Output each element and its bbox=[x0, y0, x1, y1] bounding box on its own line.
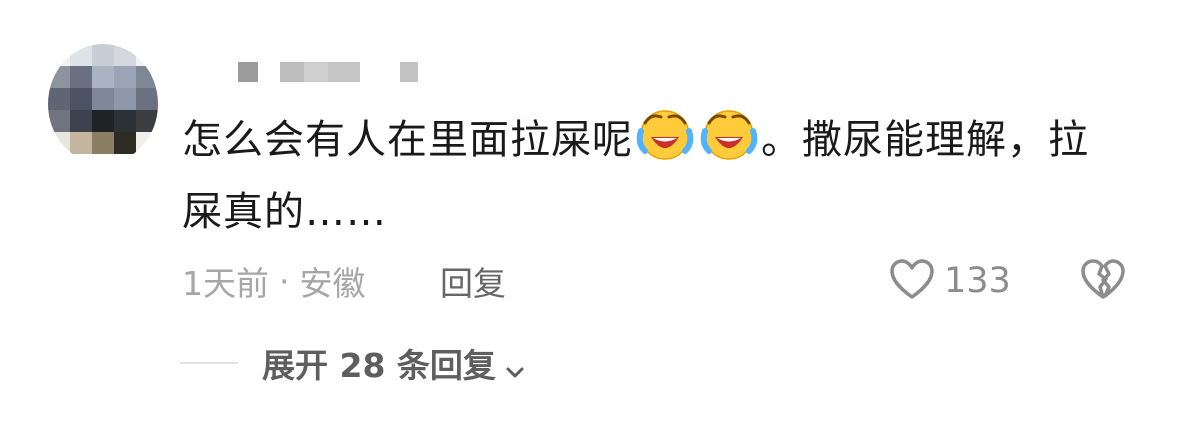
laughing-crying-face-icon bbox=[699, 107, 759, 163]
like-button[interactable]: 133 bbox=[888, 256, 1011, 306]
laughing-crying-face-icon bbox=[635, 107, 695, 163]
heart-icon bbox=[888, 257, 936, 305]
expand-replies-button[interactable]: 展开 28 条回复 bbox=[262, 339, 526, 387]
comment-meta: 1天前 · 安徽 bbox=[182, 258, 366, 304]
comment-text: 怎么会有人在里面拉屎呢 。撒尿能理解，拉屎真的…… bbox=[182, 104, 1122, 248]
user-avatar[interactable] bbox=[48, 44, 158, 164]
like-count: 133 bbox=[944, 261, 1011, 301]
expand-replies-row: 展开 28 条回复 bbox=[180, 340, 526, 386]
broken-heart-icon bbox=[1079, 257, 1127, 305]
comment-time: 1天前 bbox=[182, 264, 269, 303]
comment-text-part1: 怎么会有人在里面拉屎呢 bbox=[182, 117, 633, 163]
comment-item: 怎么会有人在里面拉屎呢 。撒尿能理解，拉屎真的…… 1天前 · 安徽 回复 13… bbox=[0, 0, 1179, 425]
comment-location: 安徽 bbox=[299, 264, 366, 303]
divider-line bbox=[180, 362, 238, 364]
dislike-button[interactable] bbox=[1078, 256, 1128, 306]
expand-replies-label: 展开 28 条回复 bbox=[262, 346, 496, 385]
reply-label: 回复 bbox=[440, 264, 506, 303]
chevron-down-icon bbox=[504, 352, 526, 378]
reply-button[interactable]: 回复 bbox=[440, 258, 506, 304]
meta-separator: · bbox=[279, 261, 290, 301]
username-blurred[interactable] bbox=[180, 62, 440, 84]
